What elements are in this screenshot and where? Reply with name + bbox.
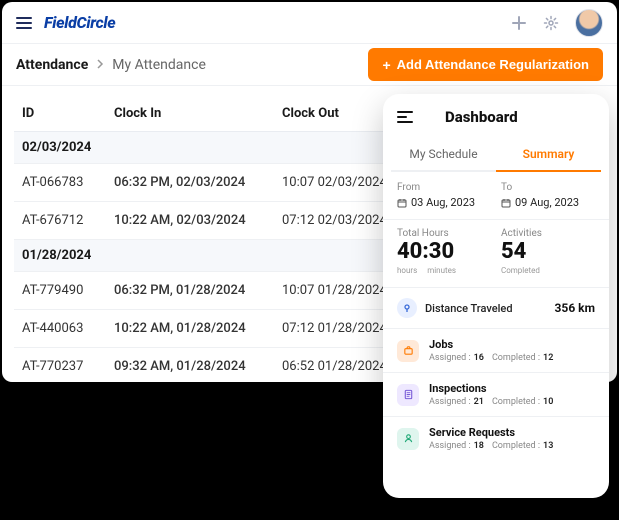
location-icon (397, 298, 417, 318)
activities: Activities 54 Completed (501, 228, 595, 275)
menu-icon[interactable] (397, 111, 413, 123)
plus-icon: + (382, 58, 390, 72)
add-regularization-button[interactable]: + Add Attendance Regularization (368, 48, 603, 81)
add-button-label: Add Attendance Regularization (397, 57, 589, 72)
topbar: FieldCircle (2, 2, 617, 44)
from-date[interactable]: From 03 Aug, 2023 (397, 182, 491, 209)
distance-row: Distance Traveled 356 km (383, 288, 609, 329)
plus-icon[interactable] (511, 15, 527, 31)
summary-item[interactable]: Service RequestsAssigned :18Completed :1… (383, 417, 609, 460)
logo: FieldCircle (44, 13, 115, 32)
col-header-clockin: Clock In (106, 96, 274, 132)
item-icon (397, 428, 419, 450)
avatar[interactable] (575, 9, 603, 37)
tab-schedule[interactable]: My Schedule (391, 138, 496, 172)
dashboard-tabs: My Schedule Summary (383, 138, 609, 172)
breadcrumb-root[interactable]: Attendance (16, 57, 88, 73)
col-header-id: ID (14, 96, 106, 132)
breadcrumb-current: My Attendance (112, 57, 206, 73)
calendar-icon (397, 198, 407, 208)
calendar-icon (501, 198, 511, 208)
item-icon (397, 340, 419, 362)
tab-summary[interactable]: Summary (496, 138, 601, 172)
subheader: Attendance My Attendance + Add Attendanc… (2, 44, 617, 86)
summary-item[interactable]: InspectionsAssigned :21Completed :10 (383, 373, 609, 417)
to-date[interactable]: To 09 Aug, 2023 (501, 182, 595, 209)
item-icon (397, 384, 419, 406)
chevron-right-icon (96, 57, 104, 73)
gear-icon[interactable] (543, 15, 559, 31)
total-hours: Total Hours 40:30 hoursminutes (397, 228, 491, 275)
breadcrumb: Attendance My Attendance (16, 57, 206, 73)
menu-icon[interactable] (16, 17, 32, 29)
summary-item[interactable]: JobsAssigned :16Completed :12 (383, 329, 609, 373)
dashboard-panel: Dashboard My Schedule Summary From 03 Au… (383, 94, 609, 498)
dashboard-title: Dashboard (445, 108, 518, 126)
